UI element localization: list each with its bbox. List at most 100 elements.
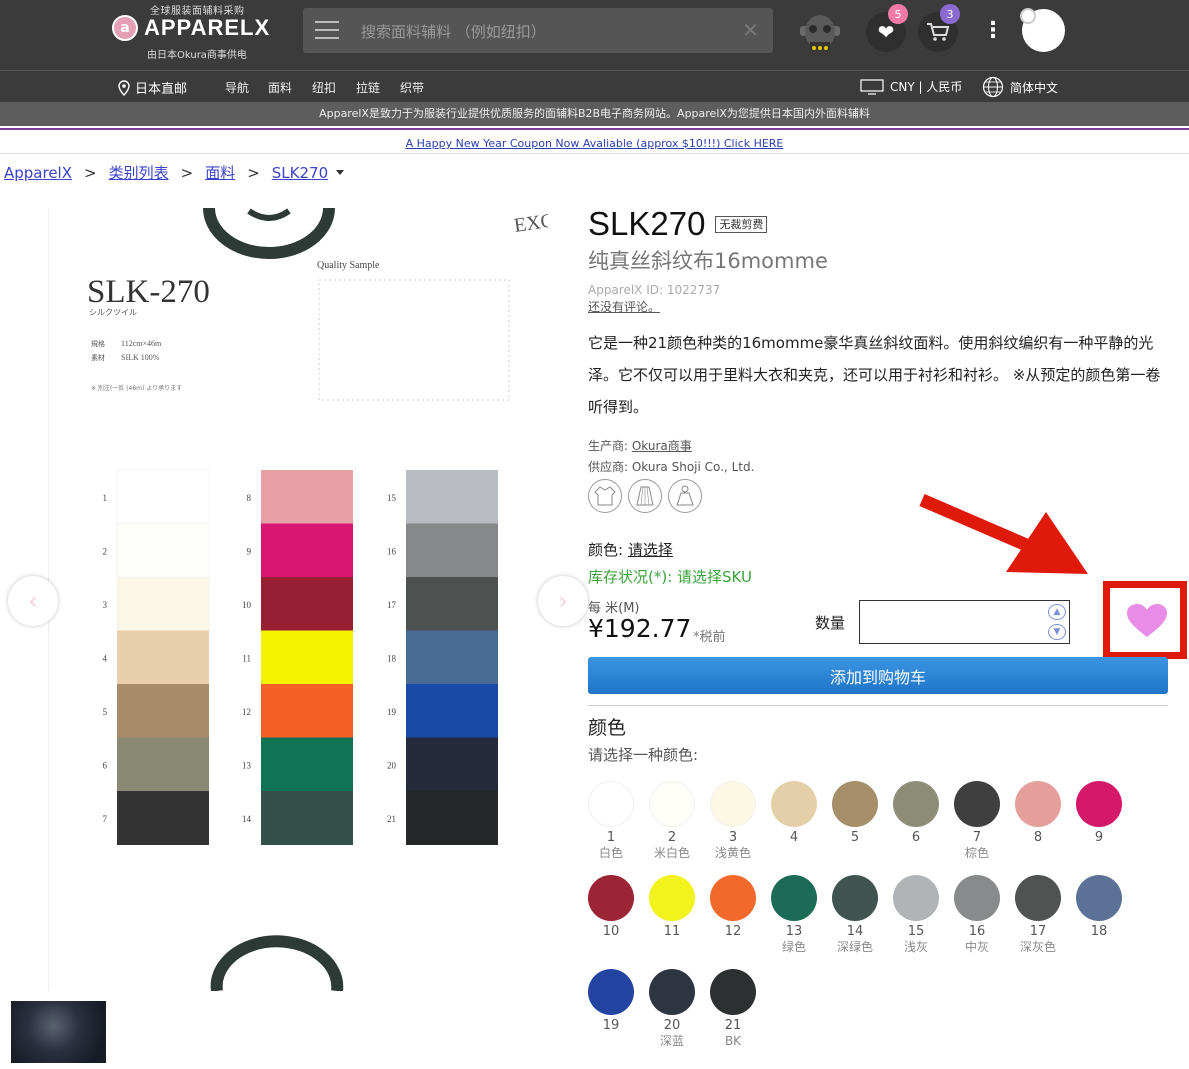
color-swatch-12[interactable]: 12 <box>702 875 764 940</box>
add-to-cart-button[interactable]: 添加到购物车 <box>588 657 1168 694</box>
swatch-color-dot[interactable] <box>710 781 756 827</box>
nav-link-zipper[interactable]: 拉链 <box>356 79 380 96</box>
color-swatch-18[interactable]: 18 <box>1068 875 1130 940</box>
coupon-link[interactable]: A Happy New Year Coupon Now Avaliable (a… <box>406 137 784 150</box>
fabric-sample-14 <box>261 791 353 845</box>
color-select-link[interactable]: 请选择 <box>628 541 673 559</box>
product-title: SLK270 <box>588 205 706 242</box>
color-swatch-17[interactable]: 17 深灰色 <box>1007 875 1069 955</box>
color-swatch-2[interactable]: 2 米白色 <box>641 781 703 861</box>
gallery-next-button[interactable]: › <box>538 576 588 626</box>
cart-icon <box>927 23 950 41</box>
swatch-number: 17 <box>1029 924 1047 939</box>
search-bar[interactable]: 搜索面料辅料 （例如纽扣） ✕ <box>303 8 773 53</box>
swatch-color-dot[interactable] <box>954 781 1000 827</box>
tax-note: *税前 <box>693 630 726 645</box>
language-selector[interactable]: 简体中文 <box>982 76 1058 98</box>
swatch-color-dot[interactable] <box>649 875 695 921</box>
color-swatch-16[interactable]: 16 中灰 <box>946 875 1008 955</box>
manufacturer-link[interactable]: Okura商事 <box>632 439 692 453</box>
swatch-color-dot[interactable] <box>649 969 695 1015</box>
swatch-color-dot[interactable] <box>771 781 817 827</box>
quantity-input[interactable] <box>859 600 1070 644</box>
product-description: 它是一种21颜色种类的16momme豪华真丝斜纹面料。使用斜纹编织有一种平静的光… <box>588 334 1161 416</box>
swatch-color-dot[interactable] <box>1015 875 1061 921</box>
swatch-color-dot[interactable] <box>710 875 756 921</box>
currency-selector[interactable]: CNY | 人民币 <box>860 78 962 95</box>
chevron-down-icon[interactable] <box>336 170 345 175</box>
color-swatch-15[interactable]: 15 浅灰 <box>885 875 947 955</box>
nav-link-fabric[interactable]: 面料 <box>268 79 292 96</box>
color-swatch-19[interactable]: 19 <box>580 969 642 1034</box>
swatch-color-dot[interactable] <box>588 875 634 921</box>
color-swatch-21[interactable]: 21 BK <box>702 969 764 1049</box>
quantity-down-icon[interactable]: ▼ <box>1048 624 1066 640</box>
swatch-color-dot[interactable] <box>710 969 756 1015</box>
swatch-color-dot[interactable] <box>588 969 634 1015</box>
nav-link-guide[interactable]: 导航 <box>225 79 249 96</box>
add-favorite-heart-icon[interactable] <box>1126 603 1168 639</box>
nav-link-ribbon[interactable]: 织带 <box>400 79 424 96</box>
logo[interactable]: a APPARELX <box>112 15 270 41</box>
color-swatch-8[interactable]: 8 <box>1007 781 1069 846</box>
avatar-status-dot <box>1020 8 1036 24</box>
color-swatch-7[interactable]: 7 棕色 <box>946 781 1008 861</box>
material-label: 素材 <box>91 354 105 362</box>
breadcrumb-fabric[interactable]: 面料 <box>205 162 235 183</box>
fabric-sample-4 <box>117 630 209 685</box>
review-link[interactable]: 还没有评论。 <box>588 298 1168 315</box>
swatch-color-dot[interactable] <box>1015 781 1061 827</box>
breadcrumb-current[interactable]: SLK270 <box>272 164 328 182</box>
swatch-color-dot[interactable] <box>649 781 695 827</box>
color-swatch-9[interactable]: 9 <box>1068 781 1130 846</box>
color-swatch-11[interactable]: 11 <box>641 875 703 940</box>
swatch-color-dot[interactable] <box>893 781 939 827</box>
fabric-sample-11 <box>261 630 353 685</box>
swatch-name: 棕色 <box>964 846 989 860</box>
product-id: ApparelX ID: 1022737 <box>588 283 721 297</box>
red-arrow-annotation <box>919 494 1088 574</box>
swatch-color-dot[interactable] <box>832 781 878 827</box>
nav-link-button[interactable]: 纽扣 <box>312 79 336 96</box>
quantity-up-icon[interactable]: ▲ <box>1048 604 1066 620</box>
swatch-color-dot[interactable] <box>588 781 634 827</box>
favorites-button[interactable]: ❤ 5 <box>866 4 908 52</box>
swatch-color-dot[interactable] <box>832 875 878 921</box>
breadcrumb-home[interactable]: ApparelX <box>4 164 72 182</box>
swatch-number: 2 <box>667 830 677 845</box>
color-swatch-5[interactable]: 5 <box>824 781 886 846</box>
color-swatch-14[interactable]: 14 深绿色 <box>824 875 886 955</box>
nav-bar: 日本直邮 导航 面料 纽扣 拉链 织带 CNY | 人民币 简体中文 <box>0 70 1189 102</box>
product-image[interactable]: EXCY 1 2 3 4 5 6 7 8 9 10 11 12 13 14 15 16 17 18 19 20 21 S… <box>48 208 548 991</box>
swatch-color-dot[interactable] <box>771 875 817 921</box>
stock-status: 库存状况(*): 请选择SKU <box>588 568 752 586</box>
fabric-sample-number: 9 <box>247 546 252 556</box>
color-swatch-13[interactable]: 13 绿色 <box>763 875 825 955</box>
color-swatch-4[interactable]: 4 <box>763 781 825 846</box>
color-swatch-3[interactable]: 3 浅黄色 <box>702 781 764 861</box>
robot-icon[interactable] <box>792 12 848 54</box>
gallery-thumbnail[interactable] <box>11 1001 106 1063</box>
location-link[interactable]: 日本直邮 <box>118 78 187 97</box>
product-subtitle: 纯真丝斜纹布16momme <box>588 249 828 273</box>
swatch-number: 8 <box>1033 830 1043 845</box>
fabric-sample-number: 10 <box>242 600 252 610</box>
cart-button[interactable]: 3 <box>918 4 960 52</box>
swatch-color-dot[interactable] <box>893 875 939 921</box>
color-swatch-6[interactable]: 6 <box>885 781 947 846</box>
more-menu-icon[interactable]: ⋮ <box>982 18 1004 43</box>
swatch-color-dot[interactable] <box>1076 875 1122 921</box>
breadcrumb-categories[interactable]: 类别列表 <box>109 162 169 183</box>
swatch-color-dot[interactable] <box>954 875 1000 921</box>
search-input[interactable]: 搜索面料辅料 （例如纽扣） <box>361 21 546 42</box>
gallery-prev-button[interactable]: ‹ <box>8 576 58 626</box>
fabric-sample-number: 20 <box>387 760 397 770</box>
swatch-name: 深蓝 <box>659 1034 684 1048</box>
swatch-number: 6 <box>911 830 921 845</box>
color-swatch-20[interactable]: 20 深蓝 <box>641 969 703 1049</box>
swatch-color-dot[interactable] <box>1076 781 1122 827</box>
color-swatch-1[interactable]: 1 白色 <box>580 781 642 861</box>
color-swatch-10[interactable]: 10 <box>580 875 642 940</box>
clear-icon[interactable]: ✕ <box>742 18 759 42</box>
menu-icon[interactable] <box>315 21 339 39</box>
